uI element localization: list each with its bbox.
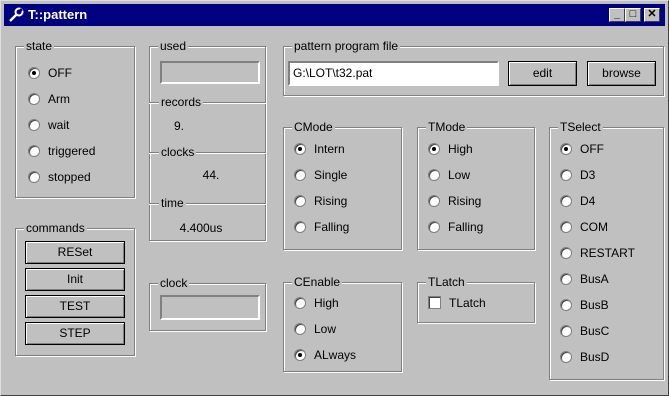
radio-icon — [28, 144, 40, 157]
radio-icon — [560, 324, 572, 337]
tselect-radio-d3[interactable]: D3 — [560, 167, 595, 183]
reset-button[interactable]: RESet — [25, 241, 125, 264]
cenable-group: CEnable High Low ALways — [283, 275, 402, 372]
state-radio-arm[interactable]: Arm — [28, 91, 70, 107]
init-button[interactable]: Init — [25, 268, 125, 291]
tselect-radio-d4[interactable]: D4 — [560, 193, 595, 209]
records-value: 9. — [173, 119, 184, 133]
clock-group-label: clock — [158, 276, 190, 290]
tselect-radio-com[interactable]: COM — [560, 219, 608, 235]
checkbox-icon — [428, 296, 441, 310]
state-group: state OFF Arm wait triggered stopped — [15, 39, 135, 198]
tlatch-group: TLatch TLatch — [417, 275, 535, 323]
state-radio-off[interactable]: OFF — [28, 65, 72, 81]
commands-group-label: commands — [24, 221, 87, 235]
state-radio-stopped[interactable]: stopped — [28, 169, 91, 185]
commands-group: commands RESet Init TEST STEP — [15, 221, 135, 356]
radio-icon — [294, 168, 306, 181]
state-radio-triggered[interactable]: triggered — [28, 143, 95, 159]
radio-icon — [28, 92, 40, 105]
radio-icon — [294, 322, 306, 335]
radio-icon — [428, 194, 440, 207]
tselect-radio-restart[interactable]: RESTART — [560, 245, 635, 261]
cenable-radio-low[interactable]: Low — [294, 321, 336, 337]
radio-icon — [560, 298, 572, 311]
tselect-group-label: TSelect — [558, 120, 603, 134]
close-icon: ✕ — [647, 8, 657, 20]
close-button[interactable]: ✕ — [644, 8, 660, 22]
state-group-label: state — [24, 39, 55, 53]
cmode-radio-single[interactable]: Single — [294, 167, 347, 183]
tmode-radio-high[interactable]: High — [428, 141, 473, 157]
minimize-icon: _ — [613, 8, 621, 20]
edit-button[interactable]: edit — [508, 61, 577, 86]
minimize-button[interactable]: _ — [609, 8, 625, 22]
browse-button[interactable]: browse — [587, 61, 656, 86]
step-button[interactable]: STEP — [25, 322, 125, 345]
radio-icon — [428, 168, 440, 181]
radio-icon — [560, 272, 572, 285]
cmode-group: CMode Intern Single Rising Falling — [283, 120, 402, 250]
tlatch-group-label: TLatch — [426, 275, 467, 289]
used-label: used — [158, 39, 189, 53]
tselect-group: TSelect OFF D3 D4 COM RESTART BusA BusB … — [549, 120, 664, 380]
used-field — [160, 61, 260, 84]
radio-icon — [560, 168, 572, 181]
radio-icon — [294, 220, 306, 233]
clock-field — [160, 295, 260, 320]
radio-selected-icon — [428, 142, 440, 155]
tselect-radio-busa[interactable]: BusA — [560, 271, 609, 287]
clocks-label: clocks — [159, 145, 197, 159]
clock-group: clock — [149, 276, 266, 331]
maximize-icon: □ — [629, 8, 637, 20]
tselect-radio-off[interactable]: OFF — [560, 141, 604, 157]
radio-icon — [294, 296, 306, 309]
tmode-group-label: TMode — [426, 120, 468, 134]
radio-selected-icon — [28, 66, 40, 79]
pattern-window: T::pattern _ □ ✕ state OFF Arm wait trig… — [0, 0, 669, 396]
tmode-radio-rising[interactable]: Rising — [428, 193, 481, 209]
radio-selected-icon — [560, 142, 572, 155]
cmode-radio-falling[interactable]: Falling — [294, 219, 349, 235]
test-button[interactable]: TEST — [25, 295, 125, 318]
radio-selected-icon — [294, 142, 306, 155]
cenable-radio-always[interactable]: ALways — [294, 347, 356, 363]
window-title: T::pattern — [28, 7, 88, 22]
status-group: used — [149, 39, 266, 241]
radio-icon — [560, 350, 572, 363]
time-label: time — [159, 196, 186, 210]
cmode-group-label: CMode — [292, 120, 335, 134]
radio-icon — [428, 220, 440, 233]
radio-icon — [560, 220, 572, 233]
pattern-file-label: pattern program file — [292, 39, 401, 53]
tselect-radio-busb[interactable]: BusB — [560, 297, 609, 313]
tmode-group: TMode High Low Rising Falling — [417, 120, 535, 250]
pattern-file-group: pattern program file G:\LOT\t32.pat edit… — [283, 39, 664, 96]
tmode-radio-falling[interactable]: Falling — [428, 219, 483, 235]
title-bar[interactable]: T::pattern _ □ ✕ — [4, 4, 665, 26]
records-label: records — [159, 95, 204, 109]
cenable-radio-high[interactable]: High — [294, 295, 339, 311]
tselect-radio-busc[interactable]: BusC — [560, 323, 609, 339]
radio-icon — [28, 170, 40, 183]
radio-icon — [28, 118, 40, 131]
radio-selected-icon — [294, 348, 306, 361]
radio-icon — [294, 194, 306, 207]
cmode-radio-intern[interactable]: Intern — [294, 141, 345, 157]
tlatch-checkbox[interactable]: TLatch — [428, 295, 486, 311]
clocks-value: 44. — [202, 168, 220, 182]
wrench-icon — [9, 7, 24, 22]
radio-icon — [560, 246, 572, 259]
state-radio-wait[interactable]: wait — [28, 117, 69, 133]
cenable-group-label: CEnable — [292, 275, 343, 289]
maximize-button[interactable]: □ — [625, 8, 641, 22]
tmode-radio-low[interactable]: Low — [428, 167, 470, 183]
pattern-file-input[interactable]: G:\LOT\t32.pat — [288, 61, 499, 86]
cmode-radio-rising[interactable]: Rising — [294, 193, 347, 209]
radio-icon — [560, 194, 572, 207]
time-value: 4.400us — [179, 221, 223, 235]
tselect-radio-busd[interactable]: BusD — [560, 349, 609, 365]
